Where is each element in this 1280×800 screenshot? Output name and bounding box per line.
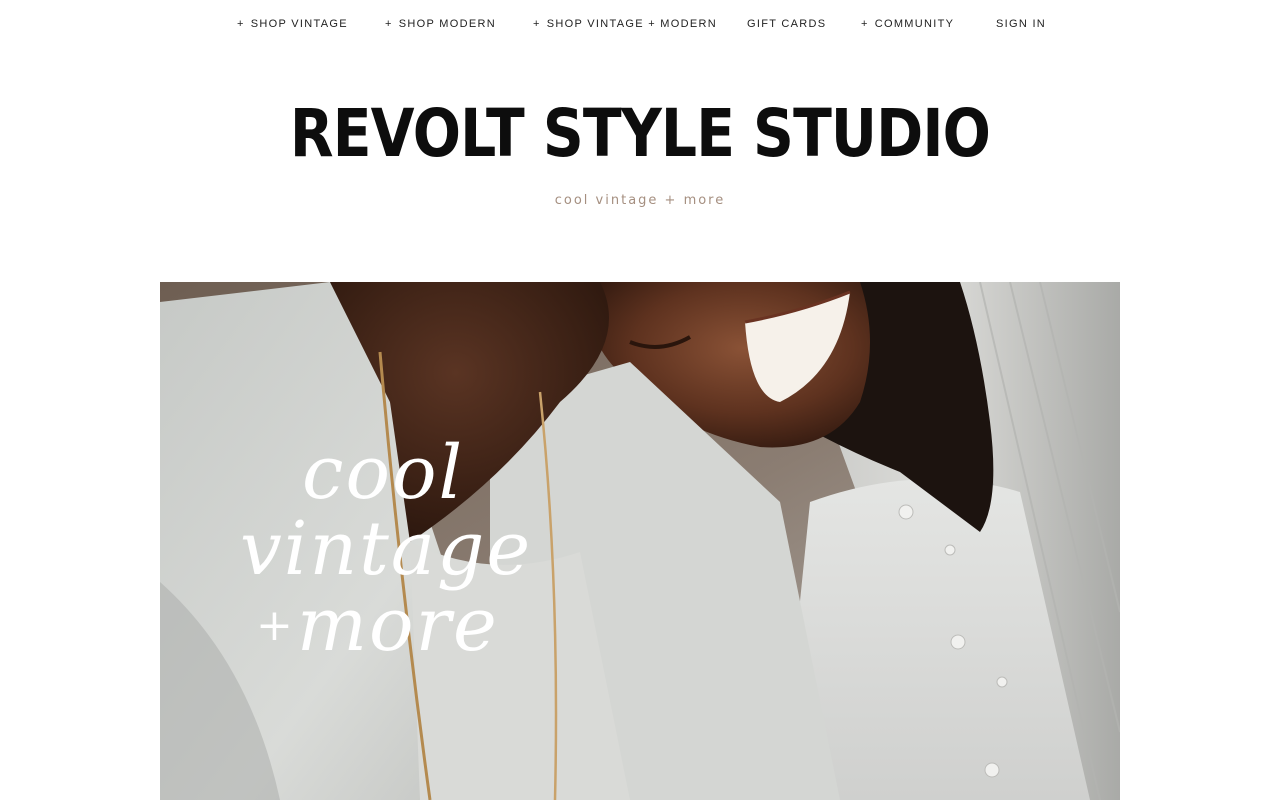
- expand-plus-icon: +: [533, 18, 541, 30]
- expand-plus-icon: +: [861, 18, 869, 30]
- hero-plus-sign: +: [256, 600, 295, 651]
- nav-shop-vintage[interactable]: + SHOP VINTAGE: [237, 17, 348, 31]
- hero-heading-line-1: cool: [302, 430, 465, 516]
- nav-community[interactable]: + COMMUNITY: [861, 17, 954, 31]
- nav-gift-cards[interactable]: GIFT CARDS: [747, 17, 826, 31]
- nav-shop-modern-label: SHOP MODERN: [398, 18, 496, 30]
- site-logo-title[interactable]: REVOLT STYLE STUDIO: [90, 92, 1191, 176]
- nav-shop-vintage-modern-label: SHOP VINTAGE + MODERN: [546, 18, 717, 30]
- nav-shop-vintage-label: SHOP VINTAGE: [250, 18, 348, 30]
- nav-shop-vintage-modern[interactable]: + SHOP VINTAGE + MODERN: [533, 17, 717, 31]
- nav-sign-in-label: SIGN IN: [996, 18, 1047, 30]
- nav-community-label: COMMUNITY: [874, 18, 955, 30]
- hero-heading-line-2: vintage: [240, 506, 533, 592]
- hero-heading-more: more: [296, 582, 499, 668]
- top-navigation: + SHOP VINTAGE + SHOP MODERN + SHOP VINTAGE…: [0, 0, 1280, 48]
- site-tagline: cool vintage + more: [554, 193, 726, 208]
- expand-plus-icon: +: [385, 18, 393, 30]
- nav-gift-cards-label: GIFT CARDS: [747, 18, 827, 30]
- nav-sign-in[interactable]: SIGN IN: [996, 17, 1046, 31]
- expand-plus-icon: +: [237, 18, 245, 30]
- hero-heading-line-3: +more: [256, 588, 499, 662]
- nav-shop-modern[interactable]: + SHOP MODERN: [385, 17, 496, 31]
- hero-banner[interactable]: cool vintage +more: [160, 282, 1120, 800]
